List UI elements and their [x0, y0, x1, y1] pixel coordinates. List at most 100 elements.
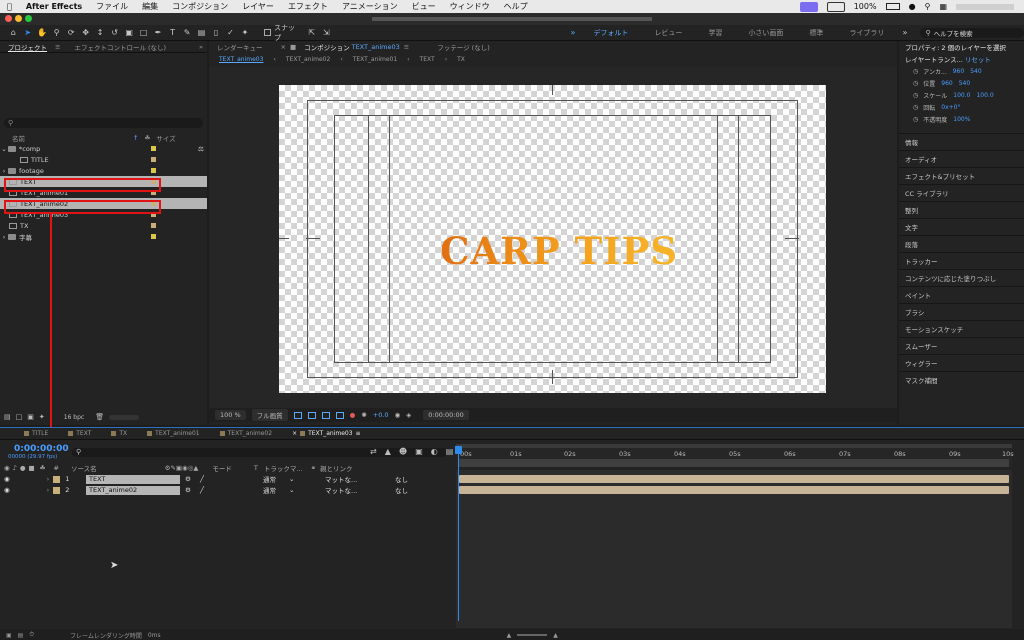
list-item[interactable]: ⌄ *comp ⚖ — [0, 143, 207, 154]
snap-toggle[interactable]: スナップ — [264, 23, 300, 43]
table-row[interactable]: ◉ › 1 TEXT ⚙ ╱ 通常 ⌄ マットな... なし — [0, 474, 456, 484]
region-of-interest-icon[interactable] — [293, 411, 302, 419]
selection-tool-icon[interactable]: ➤ — [22, 27, 32, 38]
snap-edge-icon[interactable]: ⇲ — [321, 27, 331, 38]
timeline-tab[interactable]: TEXT_anime01 — [137, 430, 209, 437]
workspace-default[interactable]: デフォルト — [580, 28, 641, 38]
section-effects-presets[interactable]: エフェクト&プリセット — [899, 167, 1024, 184]
parent-header[interactable]: 親とリンク — [320, 463, 353, 473]
stopwatch-icon[interactable]: ◷ — [913, 92, 918, 99]
layer-name[interactable]: TEXT_anime02 — [86, 485, 180, 495]
home-icon[interactable]: ⌂ — [8, 27, 18, 38]
orbit-tool-icon[interactable]: ⟳ — [66, 27, 76, 38]
new-folder-icon[interactable]: □ — [16, 413, 23, 421]
zoom-window-button[interactable] — [25, 15, 32, 22]
shy-icon[interactable]: ☻ — [399, 447, 407, 456]
t-header[interactable]: T — [254, 464, 258, 472]
current-timecode[interactable]: 0:00:00:00 — [14, 444, 69, 454]
source-name-header[interactable]: ソース名 — [71, 463, 97, 473]
timeline-tab[interactable]: TITLE — [14, 430, 58, 437]
chevron-right-icon[interactable]: › — [0, 233, 8, 241]
workspace-standard[interactable]: 標準 — [796, 28, 836, 38]
track-matte-dropdown[interactable]: マットな... — [325, 474, 357, 484]
pen-tool-icon[interactable]: ✒ — [153, 27, 163, 38]
layer-duration-bar[interactable] — [459, 486, 1009, 494]
property-row[interactable]: ◷ スケール 100.0 100.0 — [899, 89, 1024, 101]
track-matte-dropdown[interactable]: マットな... — [325, 485, 357, 495]
section-wiggler[interactable]: ウィグラー — [899, 354, 1024, 371]
work-area-range[interactable] — [459, 459, 1009, 467]
label-color-swatch[interactable] — [151, 234, 156, 239]
visibility-eye-icon[interactable]: ◉ — [4, 475, 10, 483]
close-icon[interactable]: × — [292, 430, 297, 437]
workspace-learn[interactable]: 学習 — [695, 28, 735, 38]
apple-icon[interactable]:  — [0, 2, 19, 11]
timeline-tab[interactable]: TEXT — [58, 430, 101, 437]
menu-edit[interactable]: 編集 — [135, 1, 165, 12]
color-channel-icon[interactable]: ● — [350, 411, 356, 419]
section-align[interactable]: 整列 — [899, 201, 1024, 218]
stopwatch-icon[interactable]: ◷ — [913, 68, 918, 75]
property-row[interactable]: ◷ 不透明度 100% — [899, 113, 1024, 125]
label-color-swatch[interactable] — [151, 146, 156, 151]
label-color-swatch[interactable] — [151, 223, 156, 228]
label-col-icon[interactable]: ☘ — [144, 134, 150, 142]
audio-icon[interactable]: ♪ — [13, 464, 17, 472]
section-paint[interactable]: ペイント — [899, 286, 1024, 303]
chevron-down-icon[interactable]: ⌄ — [0, 145, 8, 153]
mode-header[interactable]: モード — [212, 463, 232, 473]
property-value[interactable]: 960 — [941, 80, 952, 87]
label-color-swatch[interactable] — [151, 157, 156, 162]
zoom-dropdown[interactable]: 100 % — [215, 410, 246, 420]
section-motion-sketch[interactable]: モーションスケッチ — [899, 320, 1024, 337]
switches-header-icon[interactable]: ⚙✎▣◉◎▲ — [165, 464, 199, 472]
workspace-overflow-icon[interactable]: » — [899, 27, 910, 38]
motion-blur-icon[interactable]: ◐ — [431, 447, 438, 456]
menu-file[interactable]: ファイル — [89, 1, 135, 12]
toggle-in-out-icon[interactable]: ⏱ — [29, 631, 34, 639]
mode-dropdown[interactable]: 通常 — [263, 485, 276, 495]
snap-options-icon[interactable]: ⇱ — [306, 27, 316, 38]
help-search[interactable]: ⚲ ヘルプを検索 — [920, 27, 1024, 38]
close-window-button[interactable] — [5, 15, 12, 22]
parent-dropdown[interactable]: なし — [395, 485, 408, 495]
timeline-tab[interactable]: TEXT_anime02 — [210, 430, 282, 437]
composition-canvas[interactable]: CARP TIPS — [279, 85, 826, 393]
clone-stamp-tool-icon[interactable]: ▤ — [196, 27, 206, 38]
section-audio[interactable]: オーディオ — [899, 150, 1024, 167]
layer-name[interactable]: TEXT — [86, 474, 180, 484]
workspace-menu-icon[interactable]: » — [567, 27, 578, 38]
table-row[interactable]: ◉ › 2 TEXT_anime02 ⚙ ╱ 通常 ⌄ マットな... なし — [0, 485, 456, 495]
property-value[interactable]: 0x+0° — [941, 104, 960, 111]
collapse-switch-icon[interactable]: ⚙ — [185, 475, 191, 483]
status-app-icon[interactable] — [799, 1, 818, 12]
property-row[interactable]: ◷ 位置 960 540 — [899, 77, 1024, 89]
stopwatch-icon[interactable]: ◷ — [913, 80, 918, 87]
project-search-input[interactable]: ⚲ — [4, 118, 203, 128]
stopwatch-icon[interactable]: ◷ — [913, 104, 918, 111]
reset-link[interactable]: リセット — [965, 54, 991, 64]
lock-icon[interactable]: ■ — [29, 464, 35, 472]
quality-switch-icon[interactable]: ╱ — [200, 486, 204, 494]
section-brushes[interactable]: ブラシ — [899, 303, 1024, 320]
snap-checkbox[interactable] — [264, 29, 271, 36]
label-color-swatch[interactable] — [53, 475, 61, 483]
tab-composition[interactable]: コンポジション — [296, 42, 352, 52]
pan-behind-tool-icon[interactable]: ▣ — [124, 27, 134, 38]
interpret-footage-icon[interactable]: ▤ — [4, 413, 11, 421]
minimize-window-button[interactable] — [15, 15, 22, 22]
solo-icon[interactable]: ● — [20, 464, 26, 472]
sort-icon[interactable]: ↑ — [133, 134, 138, 142]
eye-icon[interactable]: ◉ — [4, 464, 10, 472]
timeline-tab[interactable]: TX — [101, 430, 137, 437]
menu-layer[interactable]: レイヤー — [235, 1, 281, 12]
menu-help[interactable]: ヘルプ — [497, 1, 535, 12]
section-character[interactable]: 文字 — [899, 218, 1024, 235]
current-time-display[interactable]: 0:00:00:00 — [423, 410, 469, 420]
show-snapshot-icon[interactable]: ◈ — [406, 411, 411, 419]
panel-menu-icon[interactable]: ≡ — [55, 43, 60, 51]
property-value[interactable]: 960 — [953, 68, 964, 75]
section-tracker[interactable]: トラッカー — [899, 252, 1024, 269]
adjust-icon[interactable]: ✦ — [39, 413, 45, 421]
brush-tool-icon[interactable]: ✎ — [182, 27, 192, 38]
